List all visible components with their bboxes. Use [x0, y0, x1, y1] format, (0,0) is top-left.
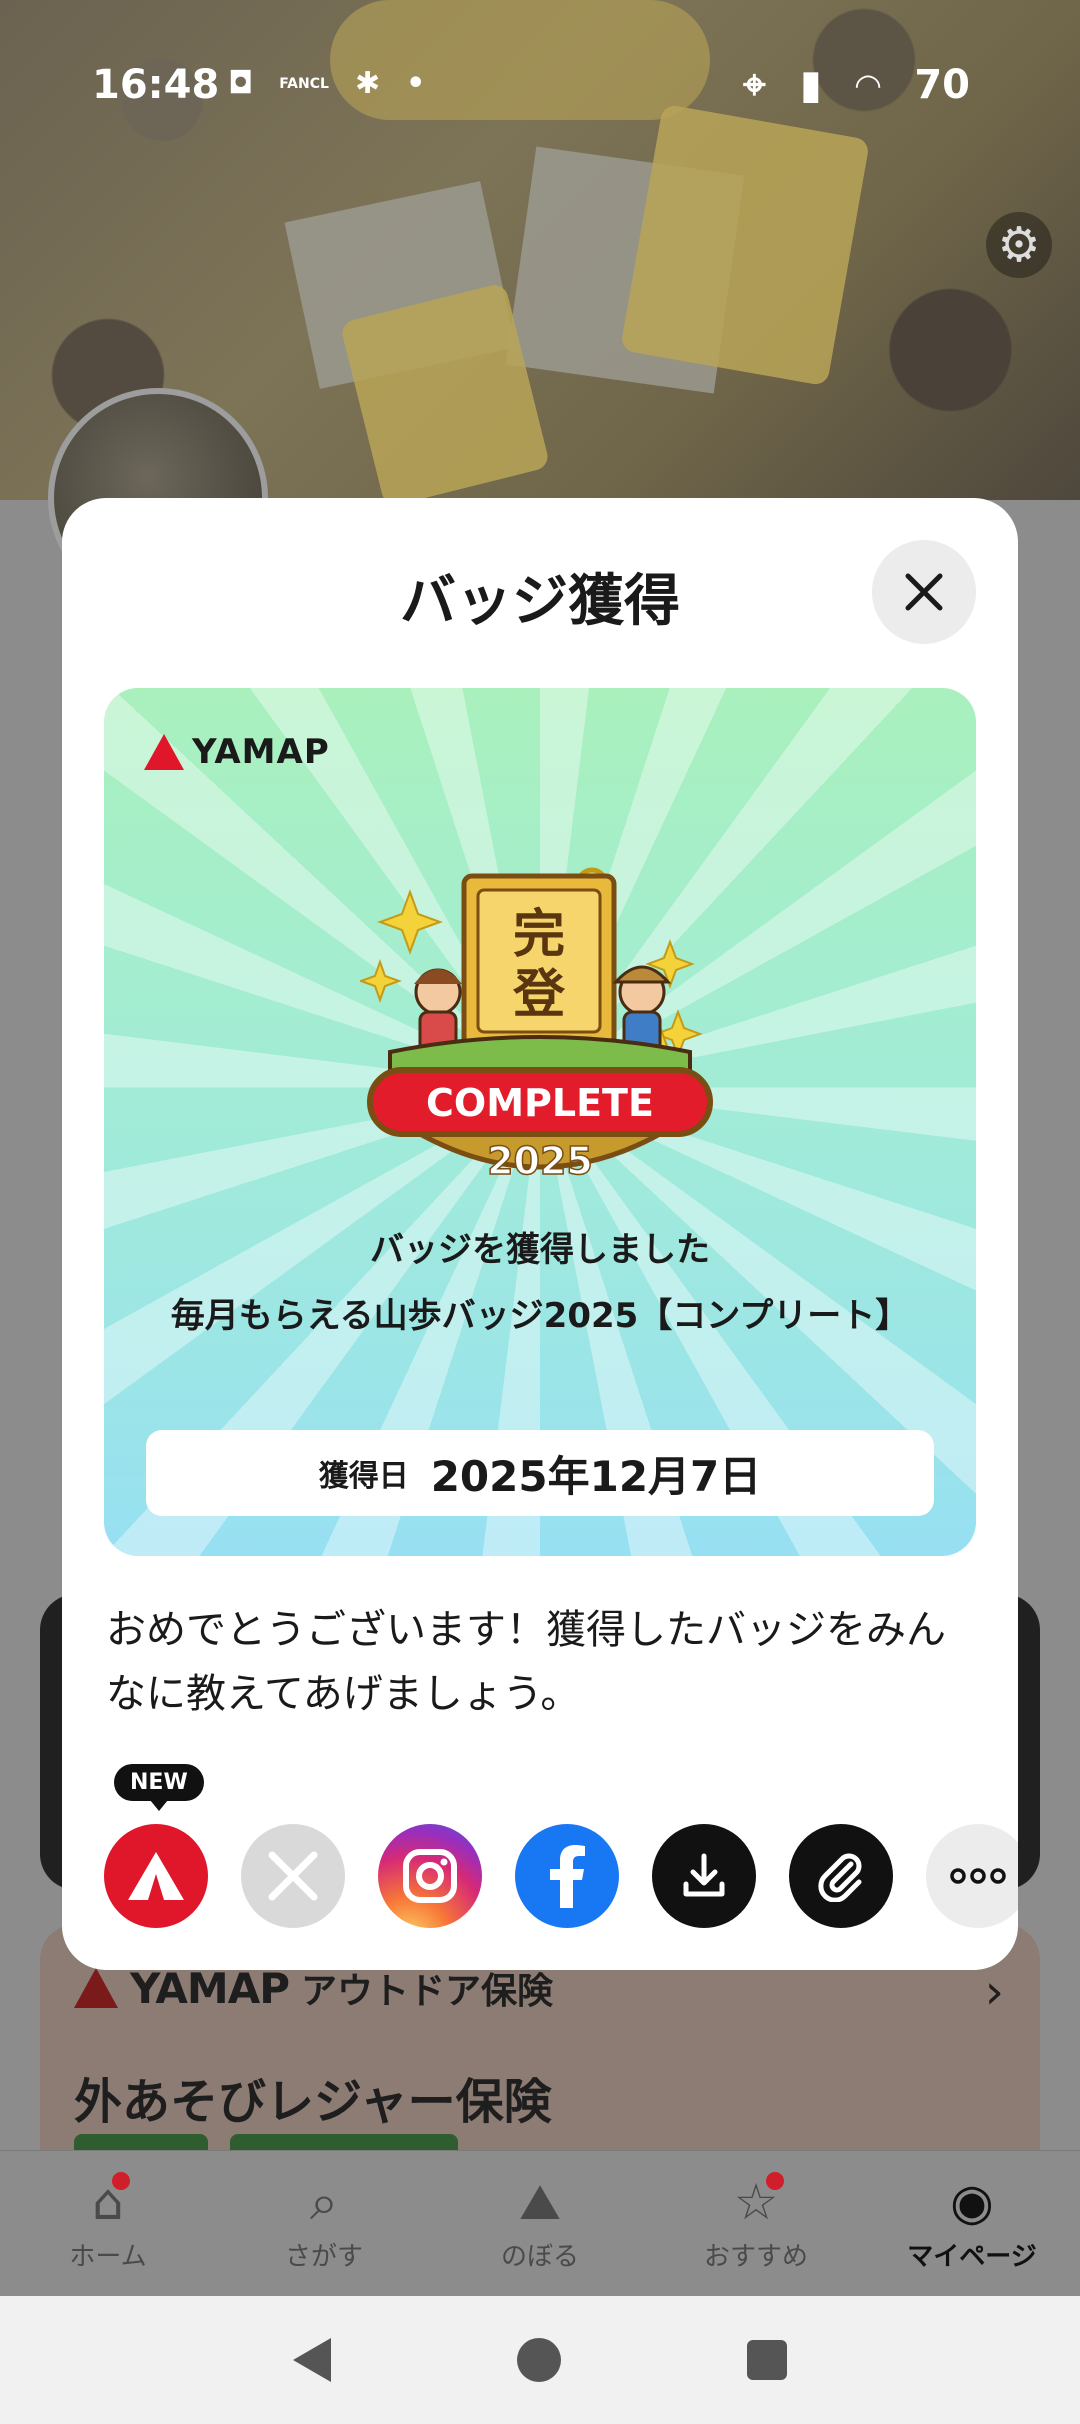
home-icon: ⌂ [92, 2172, 130, 2230]
close-icon [905, 573, 943, 611]
notification-app-icon: ◘ [228, 66, 254, 101]
star-icon: ☆ [734, 2172, 785, 2230]
nav-climb[interactable]: ⛰ のぼる [432, 2151, 648, 2296]
fancl-app-label: FANCL [279, 75, 329, 92]
nav-recommend[interactable]: ☆ おすすめ [648, 2151, 864, 2296]
yamap-icon [128, 1852, 184, 1900]
download-icon [683, 1853, 725, 1897]
nav-mypage[interactable]: ◉ マイページ [864, 2151, 1080, 2296]
share-buttons-row: NEW [104, 1764, 1018, 1934]
share-facebook-button[interactable] [515, 1824, 619, 1928]
x-icon [268, 1851, 318, 1901]
system-navigation-bar [0, 2296, 1080, 2424]
link-icon [818, 1853, 862, 1902]
nav-label: ホーム [69, 2242, 147, 2272]
location-icon: ⌖ [743, 62, 766, 108]
yamap-logo: YAMAP [144, 732, 330, 772]
close-button[interactable] [872, 540, 976, 644]
wifi-icon: ◠ [855, 66, 881, 104]
settings-gear-icon[interactable]: ⚙ [986, 212, 1052, 278]
badge-acquired-message: バッジを獲得しました [370, 1230, 710, 1270]
copy-link-button[interactable] [789, 1824, 893, 1928]
complete-badge-emblem: 完 登 COMPLETE 2025 [360, 867, 713, 1184]
notification-dot [766, 2172, 785, 2190]
congrats-message: おめでとうございます！獲得したバッジをみんなに教えてあげましょう。 [106, 1607, 946, 1717]
new-badge: NEW [114, 1764, 204, 1811]
nav-label: マイページ [907, 2242, 1037, 2272]
battery-level: 70 [914, 62, 970, 108]
nav-label: さがす [284, 2242, 363, 2272]
yamap-triangle-icon [144, 734, 184, 770]
nav-search[interactable]: ⌕ さがす [216, 2151, 432, 2296]
more-icon [950, 1868, 1006, 1884]
insurance-brand: YAMAP [130, 1963, 290, 2013]
notification-dot-icon: • [406, 66, 426, 101]
share-instagram-button[interactable] [378, 1824, 482, 1928]
nav-home[interactable]: ⌂ ホーム [0, 2151, 216, 2296]
acquired-date-box: 獲得日 2025年12月7日 [146, 1430, 934, 1516]
recents-icon[interactable] [747, 2340, 787, 2380]
emblem-kanji-bottom: 登 [512, 965, 566, 1025]
more-share-button[interactable] [926, 1824, 1018, 1928]
badge-card: YAMAP 完 登 COMPLETE 2025 バッジを獲得しました 毎月もらえ… [104, 688, 976, 1556]
profile-icon: ◉ [950, 2173, 994, 2231]
acquired-date-value: 2025年12月7日 [430, 1451, 762, 1501]
status-bar: 16:48 ◘ FANCL ✱ • ⌖ ▮ ◠ 70 [0, 0, 1080, 170]
emblem-banner-text: COMPLETE [426, 1081, 654, 1125]
status-time: 16:48 [92, 62, 220, 108]
yamap-triangle-icon [74, 1968, 118, 2008]
back-icon[interactable] [293, 2338, 331, 2382]
bottom-navigation: ⌂ ホーム ⌕ さがす ⛰ のぼる ☆ おすすめ ◉ マイページ [0, 2150, 1080, 2296]
nav-label: おすすめ [703, 2242, 808, 2272]
badge-acquired-dialog: バッジ獲得 YAMAP 完 登 COMPLETE 2025 バッジを獲得しました… [62, 498, 1018, 1970]
home-button-icon[interactable] [517, 2338, 561, 2382]
signal-icon: ▮ [799, 62, 822, 108]
mountain-icon: ⛰ [519, 2173, 561, 2231]
emblem-year-text: 2025 [487, 1139, 593, 1183]
insurance-title: 外あそびレジャー保険 [74, 2074, 552, 2130]
nav-label: のぼる [500, 2242, 579, 2272]
emblem-kanji-top: 完 [513, 905, 565, 965]
facebook-icon [550, 1845, 585, 1908]
download-button[interactable] [652, 1824, 756, 1928]
chevron-right-icon: › [984, 1964, 1004, 2020]
instagram-icon [403, 1849, 457, 1903]
share-yamap-button[interactable] [104, 1824, 208, 1928]
notification-asterisk-icon: ✱ [354, 66, 381, 101]
map-search-icon: ⌕ [310, 2173, 338, 2231]
badge-name: 毎月もらえる山歩バッジ2025【コンプリート】 [170, 1296, 910, 1336]
share-x-button[interactable] [241, 1824, 345, 1928]
yamap-wordmark: YAMAP [192, 732, 330, 772]
notification-dot [111, 2172, 130, 2190]
acquired-date-label: 獲得日 [318, 1459, 409, 1494]
